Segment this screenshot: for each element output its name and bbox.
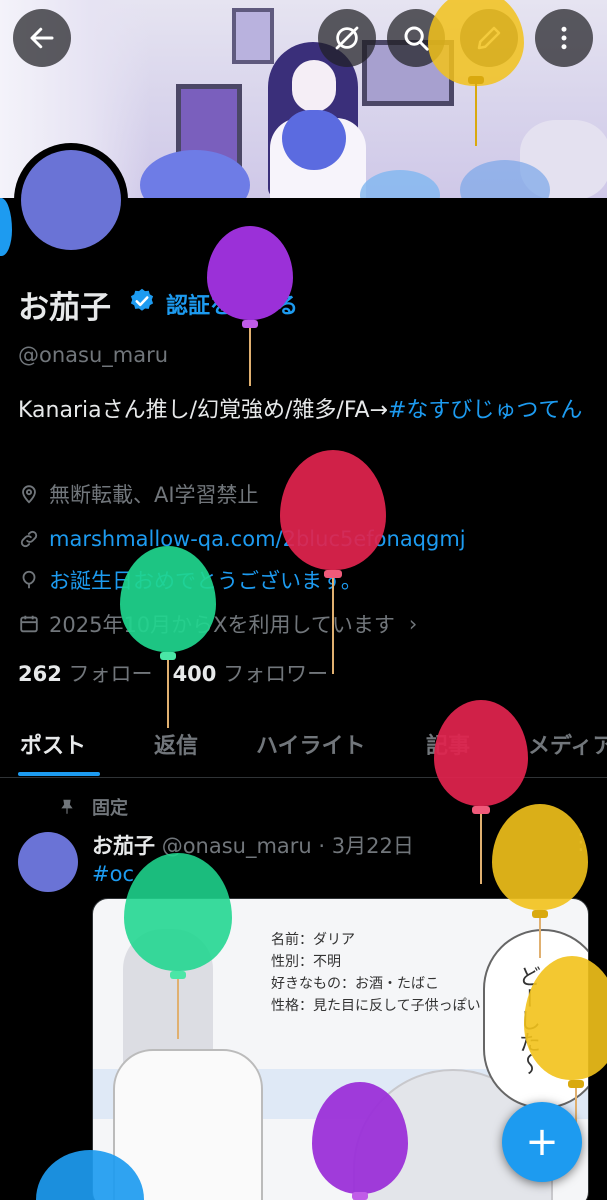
post-date[interactable]: 3月22日 xyxy=(332,834,414,858)
tab-posts[interactable]: ポスト xyxy=(20,728,86,760)
location-row: 無断転載、AI学習禁止 xyxy=(18,479,259,509)
pinned-indicator: 固定 xyxy=(58,794,128,820)
location-text: 無断転載、AI学習禁止 xyxy=(49,483,259,507)
pinned-label: 固定 xyxy=(92,798,128,819)
more-button[interactable] xyxy=(535,9,593,67)
followers-count[interactable]: 400 xyxy=(173,662,217,686)
arrow-left-icon xyxy=(30,27,54,49)
search-icon xyxy=(404,26,429,51)
pin-icon xyxy=(61,799,73,814)
grok-button[interactable] xyxy=(318,9,376,67)
avatar[interactable] xyxy=(21,150,121,250)
plus-icon: + xyxy=(525,1119,559,1165)
tab-highlights[interactable]: ハイライト xyxy=(256,728,366,760)
more-vertical-icon xyxy=(561,26,567,50)
grok-icon xyxy=(335,26,359,50)
bio-hashtag-link[interactable]: #なすびじゅつてん xyxy=(388,398,582,423)
post-header: お茄子 @onasu_maru · 3月22日 xyxy=(92,830,414,860)
tab-replies[interactable]: 返信 xyxy=(154,728,198,760)
location-pin-icon xyxy=(22,485,36,504)
chevron-right-icon: › xyxy=(408,612,418,636)
joined-text: 2025年10月からXを利用しています xyxy=(49,613,395,637)
joined-row[interactable]: 2025年10月からXを利用しています › xyxy=(18,609,417,639)
tab-media[interactable]: メディア xyxy=(528,728,607,760)
following-count[interactable]: 262 xyxy=(18,662,62,686)
active-tab-indicator xyxy=(18,772,100,776)
followers-label[interactable]: フォロワー xyxy=(223,662,328,686)
verified-badge-icon[interactable] xyxy=(128,287,156,315)
banner-character-face xyxy=(292,60,336,112)
bio-text: Kanariaさん推し/幻覚強め/雑多/FA→ xyxy=(18,398,388,423)
image-character-notes: 名前：ダリア 性別：不明 好きなもの：お酒・たばこ 性格：見た目に反して子供っぽ… xyxy=(271,932,481,1014)
balloon-icon xyxy=(22,570,36,589)
post-separator: · xyxy=(318,834,326,858)
post-author-name[interactable]: お茄子 xyxy=(92,834,155,858)
compose-post-button[interactable]: + xyxy=(502,1102,582,1182)
back-button[interactable] xyxy=(13,9,71,67)
profile-bio: Kanariaさん推し/幻覚強め/雑多/FA→#なすびじゅつてん xyxy=(18,392,593,430)
banner-blob xyxy=(360,170,440,198)
website-link[interactable]: marshmallow-qa.com/2bluc5efonaqgmj xyxy=(49,527,466,551)
website-row: marshmallow-qa.com/2bluc5efonaqgmj xyxy=(18,524,466,554)
banner-frame xyxy=(232,8,274,64)
link-icon xyxy=(20,530,38,548)
display-name: お茄子 xyxy=(18,290,111,326)
follow-stats: 262 フォロー 400 フォロワー xyxy=(18,658,328,688)
post-hashtag-link[interactable]: #oc xyxy=(92,862,134,886)
calendar-icon xyxy=(20,615,38,633)
following-label[interactable]: フォロー xyxy=(69,662,153,686)
user-handle: @onasu_maru xyxy=(18,343,169,367)
post-avatar[interactable] xyxy=(18,832,78,892)
